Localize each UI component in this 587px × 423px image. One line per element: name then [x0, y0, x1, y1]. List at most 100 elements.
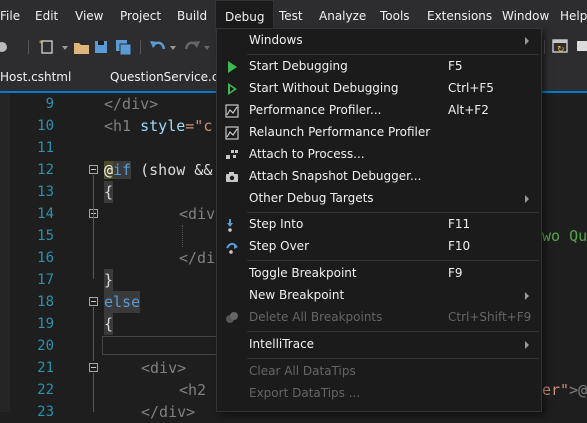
code-line-22: <h2 [179, 381, 207, 399]
save-all-icon[interactable] [116, 40, 132, 56]
forward-icon[interactable] [0, 42, 7, 52]
tab-question-service[interactable]: QuestionService.cs [110, 62, 225, 91]
code-token: (show && [131, 161, 213, 179]
code-token: style [140, 117, 186, 135]
code-token: if [113, 161, 132, 179]
collapse-icon[interactable] [89, 363, 98, 372]
submenu-arrow-icon [525, 292, 529, 300]
browser-link-icon[interactable]: ↻ [552, 39, 568, 55]
line-number: 17 [37, 272, 54, 288]
menu-item-shortcut: Ctrl+Shift+F9 [448, 310, 532, 324]
line-number: 19 [37, 316, 54, 332]
profiler-icon [225, 104, 239, 118]
menu-item-start-without-debugging[interactable]: Start Without Debugging Ctrl+F5 [217, 78, 541, 100]
line-number: 21 [37, 360, 54, 376]
submenu-arrow-icon [525, 195, 529, 203]
line-number: 10 [37, 118, 54, 134]
menu-item-label: Other Debug Targets [249, 191, 374, 205]
menu-item-label: New Breakpoint [249, 288, 345, 302]
breakpoints-icon [226, 312, 238, 323]
line-number: 16 [37, 250, 54, 266]
line-number: 22 [37, 382, 54, 398]
save-icon[interactable] [95, 41, 107, 53]
menu-edit[interactable]: Edit [35, 0, 58, 32]
collapse-icon[interactable] [89, 165, 98, 174]
redo-icon[interactable] [184, 41, 210, 50]
menu-item-label: Start Without Debugging [249, 81, 399, 95]
code-line-14: <div [179, 205, 216, 223]
menu-item-other-debug-targets[interactable]: Other Debug Targets [217, 188, 541, 210]
fold-guide [93, 219, 94, 259]
code-line-17: } [104, 269, 114, 291]
step-over-icon [226, 242, 238, 254]
menu-separator [247, 54, 539, 55]
profiler-icon [225, 126, 239, 140]
collapse-icon[interactable] [89, 297, 98, 306]
debug-menu-dropdown: Windows Start Debugging F5 Start Without… [216, 28, 542, 412]
menu-separator [247, 358, 539, 359]
open-folder-icon[interactable] [74, 43, 89, 54]
fold-guide [93, 307, 94, 361]
line-number: 18 [37, 294, 54, 310]
menu-item-toggle-breakpoint[interactable]: Toggle Breakpoint F9 [217, 263, 541, 285]
code-line-21: <div> [141, 359, 187, 377]
code-line-18: else [104, 291, 141, 313]
svg-text:*: * [39, 39, 43, 48]
fold-guide [93, 373, 94, 412]
code-line-9: </div> [104, 95, 159, 113]
menu-help[interactable]: Help [560, 0, 587, 32]
line-number: 23 [37, 404, 54, 420]
menu-item-step-over[interactable]: Step Over F10 [217, 236, 541, 258]
menu-item-label: Export DataTips ... [249, 386, 361, 400]
code-line-16: </di [179, 249, 216, 267]
menu-item-label: Relaunch Performance Profiler [249, 125, 431, 139]
menu-item-shortcut: Alt+F2 [448, 103, 489, 117]
code-line-19: { [104, 313, 114, 335]
menu-item-label: Attach Snapshot Debugger... [249, 169, 422, 183]
menu-project[interactable]: Project [120, 0, 161, 32]
line-number: 12 [37, 162, 54, 178]
tab-host-cshtml[interactable]: Host.cshtml [0, 62, 71, 91]
menu-item-label: Start Debugging [249, 59, 348, 73]
menu-item-label: Attach to Process... [249, 147, 365, 161]
menu-item-intellitrace[interactable]: IntelliTrace [217, 334, 541, 356]
editor-left-margin [0, 93, 10, 412]
current-line-highlight [102, 336, 216, 355]
menu-view[interactable]: View [75, 0, 103, 32]
menu-item-label: Clear All DataTips [249, 364, 356, 378]
line-number: 9 [45, 96, 54, 112]
svg-text:↻: ↻ [557, 45, 565, 55]
menu-item-clear-all-datatips: Clear All DataTips [217, 361, 541, 383]
line-number: 20 [37, 338, 54, 354]
new-project-icon[interactable]: * [39, 39, 68, 54]
comment-icon[interactable] [577, 41, 587, 51]
menu-item-shortcut: F11 [448, 217, 471, 231]
step-into-icon [227, 219, 233, 232]
menu-item-label: Step Into [249, 217, 304, 231]
menu-item-windows[interactable]: Windows [217, 30, 541, 52]
code-token: >@ [569, 381, 587, 399]
menu-item-relaunch-profiler[interactable]: Relaunch Performance Profiler [217, 122, 541, 144]
menu-item-shortcut: F5 [448, 59, 463, 73]
razor-at-token: @ [104, 161, 114, 179]
attach-icon [226, 150, 238, 159]
menu-item-label: Step Over [249, 239, 309, 253]
menu-build[interactable]: Build [177, 0, 207, 32]
menu-item-performance-profiler[interactable]: Performance Profiler... Alt+F2 [217, 100, 541, 122]
code-line-12: @if (show && [104, 159, 212, 181]
menu-file[interactable]: File [0, 0, 20, 32]
code-fragment-comment: wo Qu [542, 227, 587, 245]
menu-item-shortcut: Ctrl+F5 [448, 81, 494, 95]
menu-item-attach-snapshot-debugger[interactable]: Attach Snapshot Debugger... [217, 166, 541, 188]
menu-item-step-into[interactable]: Step Into F11 [217, 214, 541, 236]
menu-item-delete-all-breakpoints: Delete All Breakpoints Ctrl+Shift+F9 [217, 307, 541, 329]
menu-item-new-breakpoint[interactable]: New Breakpoint [217, 285, 541, 307]
code-line-10: <h1 style="c [104, 115, 212, 137]
menu-item-attach-to-process[interactable]: Attach to Process... [217, 144, 541, 166]
code-line-23: </div> [141, 403, 196, 421]
separator-icon [28, 40, 29, 54]
menu-item-start-debugging[interactable]: Start Debugging F5 [217, 56, 541, 78]
menu-item-label: IntelliTrace [249, 337, 315, 351]
undo-icon[interactable] [150, 41, 176, 50]
line-number: 15 [37, 228, 54, 244]
